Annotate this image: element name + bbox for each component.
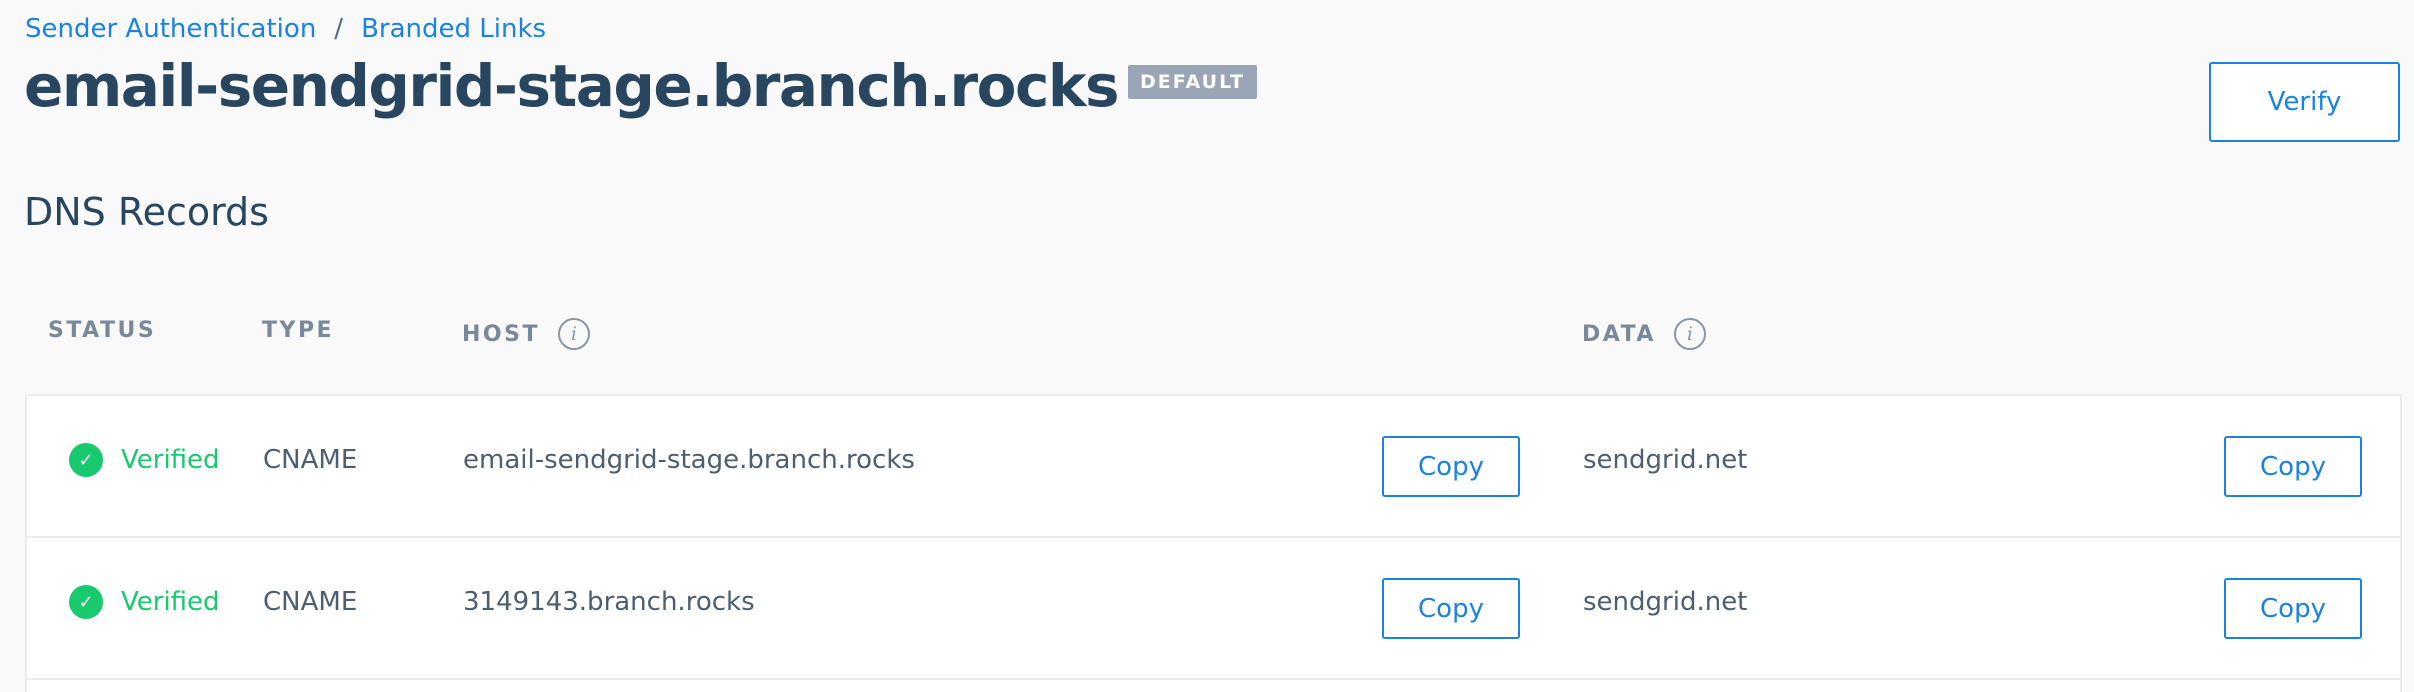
data-cell: sendgrid.net bbox=[1583, 587, 1748, 617]
column-header-data: DATA i bbox=[1582, 318, 1706, 350]
column-header-host: HOST i bbox=[462, 318, 590, 350]
column-header-type: TYPE bbox=[262, 318, 334, 343]
breadcrumb: Sender Authentication / Branded Links bbox=[25, 14, 546, 44]
breadcrumb-branded-links[interactable]: Branded Links bbox=[361, 14, 546, 44]
page-title-row: email-sendgrid-stage.branch.rocks DEFAUL… bbox=[24, 52, 1257, 120]
breadcrumb-separator: / bbox=[334, 14, 344, 44]
column-header-type-label: TYPE bbox=[262, 318, 335, 343]
column-header-host-label: HOST bbox=[462, 321, 540, 347]
verify-button[interactable]: Verify bbox=[2209, 62, 2400, 142]
status-cell: ✓ Verified bbox=[69, 584, 220, 620]
column-header-status-label: STATUS bbox=[48, 318, 157, 343]
copy-host-button[interactable]: Copy bbox=[1382, 436, 1520, 497]
table-header: STATUS TYPE HOST i DATA i bbox=[25, 318, 2402, 354]
page: Sender Authentication / Branded Links em… bbox=[0, 0, 2414, 692]
default-badge: DEFAULT bbox=[1127, 65, 1257, 99]
dns-records-table: ✓ Verified CNAME email-sendgrid-stage.br… bbox=[25, 394, 2402, 692]
check-circle-icon: ✓ bbox=[69, 443, 103, 477]
status-cell: ✓ Verified bbox=[69, 442, 220, 478]
table-row: ✓ Verified CNAME 3149143.branch.rocks Co… bbox=[27, 538, 2400, 680]
copy-data-button[interactable]: Copy bbox=[2224, 436, 2362, 497]
table-row: ✓ Verified CNAME email-sendgrid-stage.br… bbox=[27, 396, 2400, 538]
data-info-icon[interactable]: i bbox=[1673, 318, 1706, 350]
breadcrumb-sender-authentication[interactable]: Sender Authentication bbox=[25, 14, 316, 44]
type-cell: CNAME bbox=[263, 587, 358, 617]
page-title: email-sendgrid-stage.branch.rocks bbox=[24, 52, 1119, 120]
data-cell: sendgrid.net bbox=[1583, 445, 1748, 475]
type-cell: CNAME bbox=[263, 445, 358, 475]
host-cell: email-sendgrid-stage.branch.rocks bbox=[463, 445, 915, 475]
check-circle-icon: ✓ bbox=[69, 585, 103, 619]
status-text: Verified bbox=[121, 587, 220, 617]
status-text: Verified bbox=[121, 445, 220, 475]
column-header-status: STATUS bbox=[48, 318, 156, 343]
copy-host-button[interactable]: Copy bbox=[1382, 578, 1520, 639]
host-cell: 3149143.branch.rocks bbox=[463, 587, 755, 617]
column-header-data-label: DATA bbox=[1582, 321, 1656, 347]
copy-data-button[interactable]: Copy bbox=[2224, 578, 2362, 639]
section-title: DNS Records bbox=[24, 190, 269, 234]
host-info-icon[interactable]: i bbox=[557, 318, 590, 350]
